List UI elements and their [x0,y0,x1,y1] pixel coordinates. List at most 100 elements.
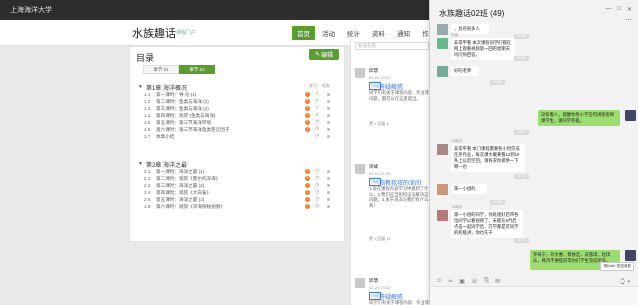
more-dot-icon[interactable] [327,198,330,201]
more-icon[interactable]: ⋯ [625,16,632,24]
phone-icon[interactable]: ☏ [471,278,479,285]
lesson-number: 2.6 [144,204,151,209]
lesson-row[interactable]: 1.3 第三课时：鱼类与海洋 (2) 1 ✓ [138,105,338,112]
lesson-number: 1.2 [144,99,151,104]
lesson-title: 第二课时：观赏《鲁尔的深海》 [156,175,221,181]
lesson-row[interactable]: 2.2 第二课时：观赏《鲁尔的深海》 1 ◷ [138,175,338,182]
task-count-badge: 1 [305,99,310,104]
lesson-row[interactable]: 2.3 第三课时：海洋之最 (2) 1 ◷ [138,182,338,189]
catalog-panel: 目录 ✎ 编辑 章节 01 章节 02 ▼ 第1章 海洋概况 学习 任务 1.1 第一课时… [129,46,345,242]
lesson-title: 第六课时：观赏《深海探秘视频》 [156,203,225,209]
image-icon[interactable]: ▣ [459,278,465,285]
chapter-tabs: 章节 01 章节 02 [143,65,215,74]
lesson-row[interactable]: 1.1 第一课时：导 论 (1) 1 ✓ [138,91,338,98]
avatar [355,164,365,174]
more-dot-icon[interactable] [327,205,330,208]
chat-title: 水族趣话02班 (49) [439,9,505,18]
tab-chapter-02[interactable]: 章节 02 [179,65,215,74]
lesson-row[interactable]: 1.2 第二课时：鱼类与海洋 (2) 1 ✓ [138,98,338,105]
more-dot-icon[interactable] [327,93,330,96]
more-dot-icon[interactable] [327,184,330,187]
lesson-title: 第三课时：鱼类与海洋 (2) [156,105,209,111]
mail-icon[interactable]: ✉ [495,278,500,285]
post-body: 同学们有关于课程内容、作业等问题，都可以在这里提出。 [369,300,430,305]
lesson-number: 1.4 [144,113,151,118]
lesson-row[interactable]: 2.5 第五课时：海洋之最 (3) 1 ◷ [138,196,338,203]
lesson-number: 1.1 [144,92,151,97]
timestamp: 09:48 [514,34,529,39]
more-dot-icon[interactable] [327,191,330,194]
nav-item-1[interactable]: 活动 [317,26,340,40]
more-dot-icon[interactable] [327,100,330,103]
lesson-row[interactable]: 1.4 第四课时：观赏 (鱼类与海洋) 1 ✓ [138,112,338,119]
lesson-number: 2.1 [144,169,151,174]
lesson-number: 1.6 [144,127,151,132]
more-dot-icon[interactable] [327,170,330,173]
clock-icon: ◷ [315,189,320,195]
avatar [437,38,448,49]
avatar [437,24,448,35]
lesson-row[interactable]: 1.5 第五课时：第三节海洋环境 1 ◷ [138,119,338,126]
more-dot-icon[interactable] [327,121,330,124]
more-dot-icon[interactable] [327,177,330,180]
lesson-number: 2.3 [144,183,151,188]
avatar [355,68,365,78]
task-count-badge: 1 [305,120,310,125]
lesson-row[interactable]: 2.4 第四课时：观赏《大白鲨》 1 ◷ [138,189,338,196]
scissors-icon[interactable]: ✂ [448,278,453,285]
more-dot-icon[interactable] [327,135,330,138]
history-icon[interactable]: ⌚ ▾ [620,279,630,285]
check-icon: ✓ [315,105,320,111]
emoji-icon[interactable]: ☺ [436,278,442,285]
lesson-number: 2.2 [144,176,151,181]
lesson-title: 第四课时：观赏《大白鲨》 [156,189,212,195]
minimize-icon[interactable]: — [605,6,611,13]
timestamp: 09:49 [514,56,529,61]
university-brand[interactable]: 上海海洋大学 [10,5,52,15]
file-icon[interactable]: ⎘ [484,278,489,285]
avatar [625,250,636,261]
chevron-down-icon[interactable]: ▼ [138,84,143,90]
tab-chapter-01[interactable]: 章节 01 [143,65,179,74]
post-author: 邱慧 [369,68,379,73]
maximize-icon[interactable]: □ [617,6,621,13]
close-icon[interactable]: ✕ [627,6,632,13]
lesson-row[interactable]: 2.6 第六课时：观赏《深海探秘视频》 1 ◷ [138,203,338,210]
check-icon: ✓ [315,91,320,97]
more-dot-icon[interactable] [327,114,330,117]
message-bubble: 没有看人，提醒你各小学任何讲受客网课学生，请同学积极。 [538,110,620,126]
avatar [437,210,448,221]
post-time: 02-24 23:22 [369,285,391,290]
task-count-badge: 1 [305,92,310,97]
timestamp: 10:12 [514,130,529,135]
lesson-title: 第一课时：导 论 (1) [156,91,197,97]
more-dot-icon[interactable] [327,128,330,131]
edit-button[interactable]: ✎ 编辑 [309,49,339,60]
more-dot-icon[interactable] [327,107,330,110]
task-count-badge: 1 [305,190,310,195]
message-bubble: 非常平看 本门课程需要各小时完成任务作业，每次课大概要看12到15条上以后空回，… [451,144,525,172]
check-icon: ✓ [315,98,320,104]
clock-icon: ◷ [315,196,320,202]
post-stats[interactable]: 赞 1 回复 6 [369,121,389,127]
lesson-number: 1.3 [144,106,151,111]
post-time: 02-11 13:29 [369,171,391,176]
lesson-row[interactable]: 1.7 本章小结 ◷ [138,133,338,140]
feed-sort-select[interactable]: 新证在前 [355,42,429,50]
chat-messages[interactable]: ，总有很多人 学委 非常平看 本次课程同学们都在网上观看视频第一回的星期天问问你回答… [430,24,638,272]
message-bubble: 非常平看 本次课程同学们都在网上观看视频第一回的星期天问问你回答。 [451,38,515,60]
chat-input[interactable] [430,286,638,305]
nav-item-0[interactable]: 首页 [292,26,315,40]
avatar [437,144,448,155]
clock-icon: ◷ [315,182,320,188]
lesson-row[interactable]: 2.1 第一课时：海洋之最 (1) 1 ◷ [138,168,338,175]
chapter-title[interactable]: ▼ 第1章 海洋概况 [138,83,338,92]
chevron-down-icon[interactable]: ▼ [138,161,143,167]
pencil-icon: ✎ [314,52,320,58]
post-time: 02-24 23:22 [369,75,391,80]
course-title: 水族趣话 [132,28,176,40]
lesson-row[interactable]: 1.6 第六课时：第三节海洋鱼类变迁因子 1 ◷ [138,126,338,133]
post-stats[interactable]: 赞 1 回复 11 [369,236,391,242]
chapter-title[interactable]: ▼ 第2章 海洋之最 [138,160,338,169]
catalog-title: 目录 [136,53,155,63]
